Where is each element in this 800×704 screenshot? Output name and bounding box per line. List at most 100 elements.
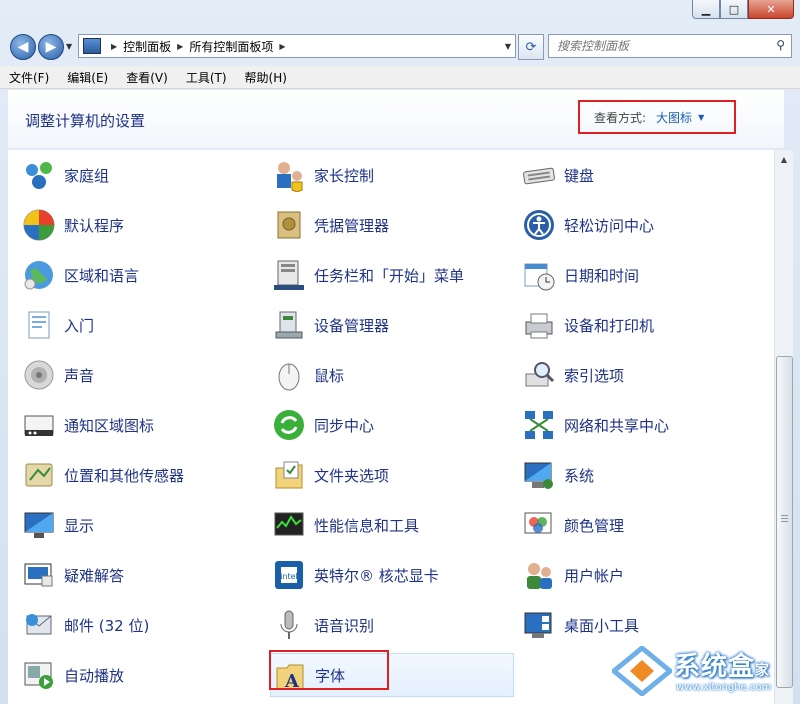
control-panel-item-notification-area[interactable]: 通知区域图标: [22, 403, 260, 447]
item-label[interactable]: 家庭组: [64, 165, 109, 186]
menu-edit[interactable]: 编辑(E): [58, 69, 117, 86]
item-label[interactable]: 同步中心: [314, 415, 374, 436]
view-by-value[interactable]: 大图标: [656, 109, 692, 126]
view-by-label: 查看方式:: [594, 110, 647, 125]
menu-view[interactable]: 查看(V): [117, 69, 177, 86]
folder-options-icon: [272, 458, 306, 492]
scroll-up-icon[interactable]: ▲: [775, 150, 793, 168]
control-panel-item-devices-printers[interactable]: 设备和打印机: [522, 303, 762, 347]
mouse-icon: [272, 358, 306, 392]
control-panel-item-taskbar-start-menu[interactable]: 任务栏和「开始」菜单: [272, 253, 518, 297]
control-panel-item-keyboard[interactable]: 键盘: [522, 153, 762, 197]
svg-text:intel: intel: [280, 572, 298, 581]
control-panel-item-folder-options[interactable]: 文件夹选项: [272, 453, 518, 497]
item-label[interactable]: 颜色管理: [564, 515, 624, 536]
menu-tools[interactable]: 工具(T): [177, 69, 236, 86]
item-label[interactable]: 文件夹选项: [314, 465, 389, 486]
control-panel-item-mouse[interactable]: 鼠标: [272, 353, 518, 397]
view-by-selector[interactable]: 查看方式: 大图标 ▼: [578, 100, 736, 134]
item-label[interactable]: 疑难解答: [64, 565, 124, 586]
ease-of-access-icon: [522, 208, 556, 242]
control-panel-item-date-time[interactable]: 日期和时间: [522, 253, 762, 297]
control-panel-item-region-language[interactable]: 区域和语言: [22, 253, 260, 297]
refresh-button[interactable]: ⟳: [518, 34, 544, 60]
control-panel-item-getting-started[interactable]: 入门: [22, 303, 260, 347]
control-panel-item-ease-of-access[interactable]: 轻松访问中心: [522, 203, 762, 247]
item-label[interactable]: 位置和其他传感器: [64, 465, 184, 486]
item-label[interactable]: 家长控制: [314, 165, 374, 186]
history-dropdown-icon[interactable]: ▼: [66, 42, 72, 51]
item-label[interactable]: 日期和时间: [564, 265, 639, 286]
minimize-button[interactable]: ▁: [692, 0, 720, 19]
item-label[interactable]: 设备管理器: [314, 315, 389, 336]
item-label[interactable]: 索引选项: [564, 365, 624, 386]
navigation-bar: ◀ ▶ ▼ ▶ 控制面板 ▶ 所有控制面板项 ▶ ▼ ⟳ ⚲: [0, 28, 800, 64]
item-label[interactable]: 声音: [64, 365, 94, 386]
item-label[interactable]: 语音识别: [314, 615, 374, 636]
search-box[interactable]: ⚲: [548, 34, 792, 58]
control-panel-item-user-accounts[interactable]: 用户帐户: [522, 553, 762, 597]
item-label[interactable]: 用户帐户: [564, 565, 624, 586]
address-bar[interactable]: ▶ 控制面板 ▶ 所有控制面板项 ▶ ▼: [78, 34, 516, 58]
desktop-gadgets-icon: [522, 608, 556, 642]
item-label[interactable]: 桌面小工具: [564, 615, 639, 636]
item-label[interactable]: 鼠标: [314, 365, 344, 386]
item-label[interactable]: 邮件 (32 位): [64, 615, 149, 636]
item-label[interactable]: 入门: [64, 315, 94, 336]
forward-button[interactable]: ▶: [38, 34, 64, 60]
item-label[interactable]: 通知区域图标: [64, 415, 154, 436]
control-panel-item-location-sensors[interactable]: 位置和其他传感器: [22, 453, 260, 497]
address-dropdown-icon[interactable]: ▼: [505, 42, 511, 51]
control-panel-item-credential-manager[interactable]: 凭据管理器: [272, 203, 518, 247]
control-panel-item-network-sharing[interactable]: 网络和共享中心: [522, 403, 762, 447]
breadcrumb-all-items[interactable]: 所有控制面板项: [189, 38, 273, 55]
item-label[interactable]: 设备和打印机: [564, 315, 654, 336]
item-label[interactable]: 显示: [64, 515, 94, 536]
control-panel-item-autoplay[interactable]: 自动播放: [22, 653, 260, 697]
devices-printers-icon: [522, 308, 556, 342]
breadcrumb-separator-icon[interactable]: ▶: [279, 42, 285, 51]
search-input[interactable]: [549, 38, 769, 54]
network-sharing-icon: [522, 408, 556, 442]
control-panel-item-default-programs[interactable]: 默认程序: [22, 203, 260, 247]
control-panel-item-device-manager[interactable]: 设备管理器: [272, 303, 518, 347]
control-panel-item-parental-controls[interactable]: 家长控制: [272, 153, 518, 197]
control-panel-item-indexing-options[interactable]: 索引选项: [522, 353, 762, 397]
item-label[interactable]: 默认程序: [64, 215, 124, 236]
control-panel-item-sync-center[interactable]: 同步中心: [272, 403, 518, 447]
item-label[interactable]: 键盘: [564, 165, 594, 186]
control-panel-item-homegroup[interactable]: 家庭组: [22, 153, 260, 197]
item-label[interactable]: 自动播放: [64, 665, 124, 686]
item-label[interactable]: 系统: [564, 465, 594, 486]
chevron-down-icon[interactable]: ▼: [698, 113, 704, 122]
item-label[interactable]: 凭据管理器: [314, 215, 389, 236]
control-panel-item-intel-graphics[interactable]: intel 英特尔® 核芯显卡: [272, 553, 518, 597]
menu-file[interactable]: 文件(F): [0, 69, 58, 86]
breadcrumb-separator-icon[interactable]: ▶: [177, 42, 183, 51]
control-panel-item-speech-recognition[interactable]: 语音识别: [272, 603, 518, 647]
item-label[interactable]: 英特尔® 核芯显卡: [314, 565, 439, 586]
control-panel-item-display[interactable]: 显示: [22, 503, 260, 547]
breadcrumb-control-panel[interactable]: 控制面板: [123, 38, 171, 55]
close-button[interactable]: ✕: [748, 0, 794, 19]
back-button[interactable]: ◀: [10, 34, 36, 60]
control-panel-item-mail[interactable]: 邮件 (32 位): [22, 603, 260, 647]
control-panel-item-troubleshooting[interactable]: 疑难解答: [22, 553, 260, 597]
maximize-button[interactable]: □: [720, 0, 748, 19]
grip-line: [781, 515, 788, 516]
control-panel-item-sound[interactable]: 声音: [22, 353, 260, 397]
watermark-logo-icon: [612, 646, 672, 696]
vertical-scrollbar[interactable]: ▲: [774, 150, 793, 704]
menu-help[interactable]: 帮助(H): [236, 69, 296, 86]
control-panel-item-color-management[interactable]: 颜色管理: [522, 503, 762, 547]
item-label[interactable]: 网络和共享中心: [564, 415, 669, 436]
search-icon[interactable]: ⚲: [776, 38, 785, 52]
item-label[interactable]: 任务栏和「开始」菜单: [314, 265, 464, 286]
breadcrumb-separator-icon[interactable]: ▶: [111, 42, 117, 51]
control-panel-item-system[interactable]: 系统: [522, 453, 762, 497]
item-label[interactable]: 区域和语言: [64, 265, 139, 286]
item-label[interactable]: 轻松访问中心: [564, 215, 654, 236]
scrollbar-thumb[interactable]: [776, 356, 793, 688]
item-label[interactable]: 性能信息和工具: [314, 515, 419, 536]
control-panel-item-performance[interactable]: 性能信息和工具: [272, 503, 518, 547]
